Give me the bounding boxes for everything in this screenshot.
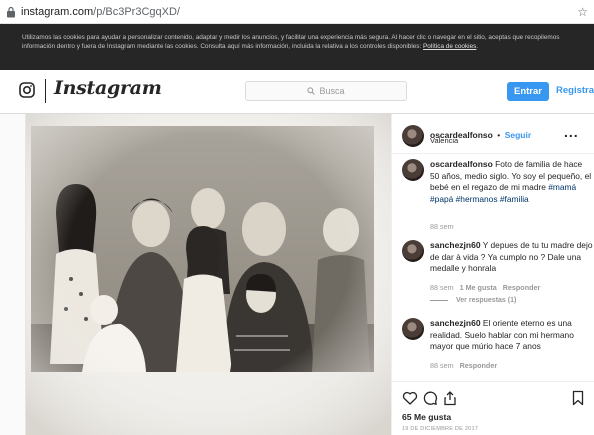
like-count[interactable]: 65 Me gusta [402,412,451,422]
caption-username[interactable]: oscardealfonso [430,159,493,169]
separator-dot: • [497,130,501,140]
view-replies-label: Ver respuestas (1) [456,297,517,304]
bookmark-icon[interactable] [570,390,586,406]
cookie-banner: Utilizamos las cookies para ayudar a per… [0,24,594,70]
post-location[interactable]: Valencia [430,136,458,145]
follow-button[interactable]: Seguir [505,130,531,140]
search-placeholder: Busca [319,86,345,96]
comment-icon[interactable] [422,390,438,406]
post-header: oscardealfonso • Seguir Valencia ... [392,114,594,154]
header-divider [45,79,46,103]
instagram-logo[interactable]: Instagram [54,77,162,99]
hashtag[interactable]: #papá [430,194,453,204]
cookie-policy-link[interactable]: Política de cookies [423,43,476,50]
hashtag[interactable]: #hermanos [456,194,498,204]
comment-meta: 88 sem 1 Me gusta Responder [430,283,540,292]
caption-text: oscardealfonso Foto de familia de hace 5… [430,159,593,206]
post-sidebar: oscardealfonso • Seguir Valencia ... osc… [391,114,594,435]
url-text[interactable]: instagram.com/p/Bc3Pr3CgqXD/ [21,6,577,18]
family-photo-image [26,114,391,435]
comment-time[interactable]: 88 sem [430,283,454,292]
post-date: 19 DE DICIEMBRE DE 2017 [402,426,479,432]
url-host: instagram.com [21,5,94,18]
instagram-header: Instagram Busca Entrar Registrar [0,70,594,114]
lock-icon [7,6,15,17]
comment-time[interactable]: 88 sem [430,361,454,370]
caption-comment: oscardealfonso Foto de familia de hace 5… [392,159,594,231]
replies-line [430,300,448,301]
star-icon[interactable]: ☆ [577,5,588,19]
comment-meta: 88 sem Responder [430,361,497,370]
reply-button[interactable]: Responder [503,283,541,292]
url-path: /p/Bc3Pr3CgqXD/ [93,5,180,18]
hashtag[interactable]: #mamá [548,182,576,192]
comment-item: sanchezjn60 El oriente eterno es una rea… [392,318,594,374]
avatar[interactable] [402,240,424,262]
share-icon[interactable] [442,390,458,406]
comment-text: sanchezjn60 El oriente eterno es una rea… [430,318,593,353]
browser-address-bar[interactable]: instagram.com/p/Bc3Pr3CgqXD/ ☆ [0,0,594,24]
comment-item: sanchezjn60 Y depues de tu tu madre dejo… [392,240,594,308]
avatar[interactable] [402,159,424,181]
avatar[interactable] [402,125,424,147]
search-input[interactable]: Busca [245,81,407,101]
comment-username[interactable]: sanchezjn60 [430,240,481,250]
cookie-banner-end: . [476,43,479,50]
search-icon [307,87,316,95]
instagram-camera-icon[interactable] [19,82,35,98]
comment-username[interactable]: sanchezjn60 [430,318,481,328]
comment-text: sanchezjn60 Y depues de tu tu madre dejo… [430,240,593,275]
post-container: oscardealfonso • Seguir Valencia ... osc… [25,114,594,435]
cookie-banner-text: Utilizamos las cookies para ayudar a per… [22,34,560,50]
post-actions: 65 Me gusta 19 DE DICIEMBRE DE 2017 [392,381,594,435]
view-replies-button[interactable]: Ver respuestas (1) [430,297,516,304]
hashtag[interactable]: #familia [500,194,529,204]
avatar[interactable] [402,318,424,340]
more-options-icon[interactable]: ... [564,124,579,140]
login-button[interactable]: Entrar [507,82,549,101]
signup-link[interactable]: Registrar [556,85,594,96]
caption-time[interactable]: 88 sem [430,222,454,231]
heart-icon[interactable] [402,390,418,406]
post-photo[interactable] [26,114,391,435]
reply-button[interactable]: Responder [460,361,498,370]
comment-likes[interactable]: 1 Me gusta [460,283,497,292]
